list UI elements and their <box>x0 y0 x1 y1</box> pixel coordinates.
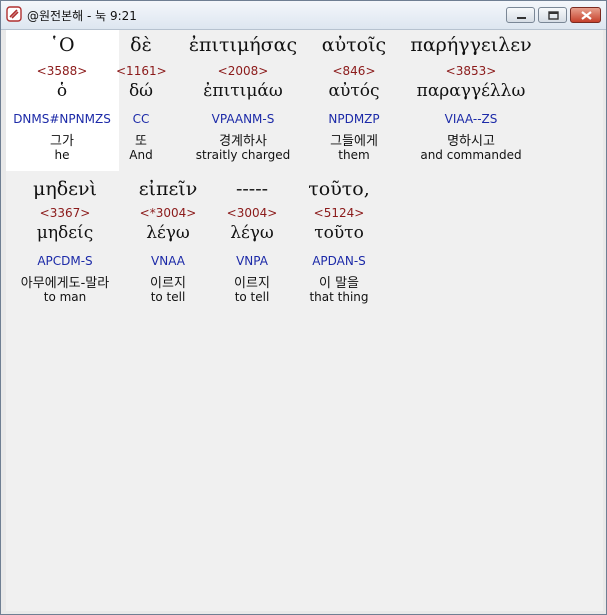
word-column[interactable]: μηδενὶ <3367> μηδείς APCDM-S 아무에게도-말라 to… <box>6 30 124 320</box>
parsing-code[interactable]: VNAA <box>128 254 208 268</box>
korean-gloss: 이르지 <box>150 276 186 291</box>
english-gloss: to man <box>43 290 87 304</box>
maximize-icon <box>548 11 559 20</box>
english-gloss: and commanded <box>420 148 522 162</box>
lemma-text: μηδείς <box>36 223 94 243</box>
greek-text: μηδενὶ <box>32 178 97 200</box>
parsing-code[interactable]: VIAA--ZS <box>401 112 541 126</box>
app-icon <box>6 6 22 22</box>
korean-gloss: 이르지 <box>234 276 270 291</box>
title-bar[interactable]: @원전본해 - 눅 9:21 <box>1 1 606 30</box>
word-column[interactable]: εἰπεῖν <*3004> λέγω VNAA 이르지 to tell <box>128 30 208 320</box>
window-title: @원전본해 - 눅 9:21 <box>27 9 137 23</box>
close-button[interactable] <box>570 7 601 23</box>
strong-number[interactable]: <*3004> <box>128 206 208 220</box>
parsing-code[interactable]: APCDM-S <box>6 254 124 268</box>
app-window: @원전본해 - 눅 9:21 ῾Ο <3588> ὁ DNMS#NPNMZS 그… <box>0 0 607 615</box>
greek-text: τοῦτο, <box>308 178 370 200</box>
strong-number[interactable]: <5124> <box>298 206 380 220</box>
english-gloss: to tell <box>150 290 186 304</box>
strong-number[interactable]: <3367> <box>6 206 124 220</box>
interlinear-view: ῾Ο <3588> ὁ DNMS#NPNMZS 그가 he δὲ <1161> … <box>6 30 603 611</box>
greek-text: παρήγγειλεν <box>410 34 532 56</box>
word-column[interactable]: τοῦτο, <5124> τοῦτο APDAN-S 이 말을 that th… <box>298 30 380 320</box>
strong-number[interactable]: <3853> <box>401 64 541 78</box>
english-gloss: to tell <box>234 290 270 304</box>
parsing-code[interactable]: VNPA <box>216 254 288 268</box>
greek-text: ----- <box>235 178 269 200</box>
greek-text: εἰπεῖν <box>138 178 198 200</box>
maximize-button[interactable] <box>538 7 567 23</box>
strong-number[interactable]: <3004> <box>216 206 288 220</box>
lemma-text: λέγω <box>146 223 190 243</box>
word-column[interactable]: ----- <3004> λέγω VNPA 이르지 to tell <box>216 30 288 320</box>
parsing-code[interactable]: APDAN-S <box>298 254 380 268</box>
english-gloss: that thing <box>309 290 369 304</box>
lemma-text: λέγω <box>230 223 274 243</box>
word-column[interactable]: παρήγγειλεν <3853> παραγγέλλω VIAA--ZS 명… <box>401 30 541 171</box>
lemma-text: τοῦτο <box>314 223 364 243</box>
minimize-icon <box>517 17 526 19</box>
close-icon <box>581 11 592 20</box>
korean-gloss: 명하시고 <box>447 134 495 149</box>
korean-gloss: 이 말을 <box>318 276 359 291</box>
minimize-button[interactable] <box>506 7 535 23</box>
lemma-text: παραγγέλλω <box>416 81 526 101</box>
korean-gloss: 아무에게도-말라 <box>20 276 110 291</box>
